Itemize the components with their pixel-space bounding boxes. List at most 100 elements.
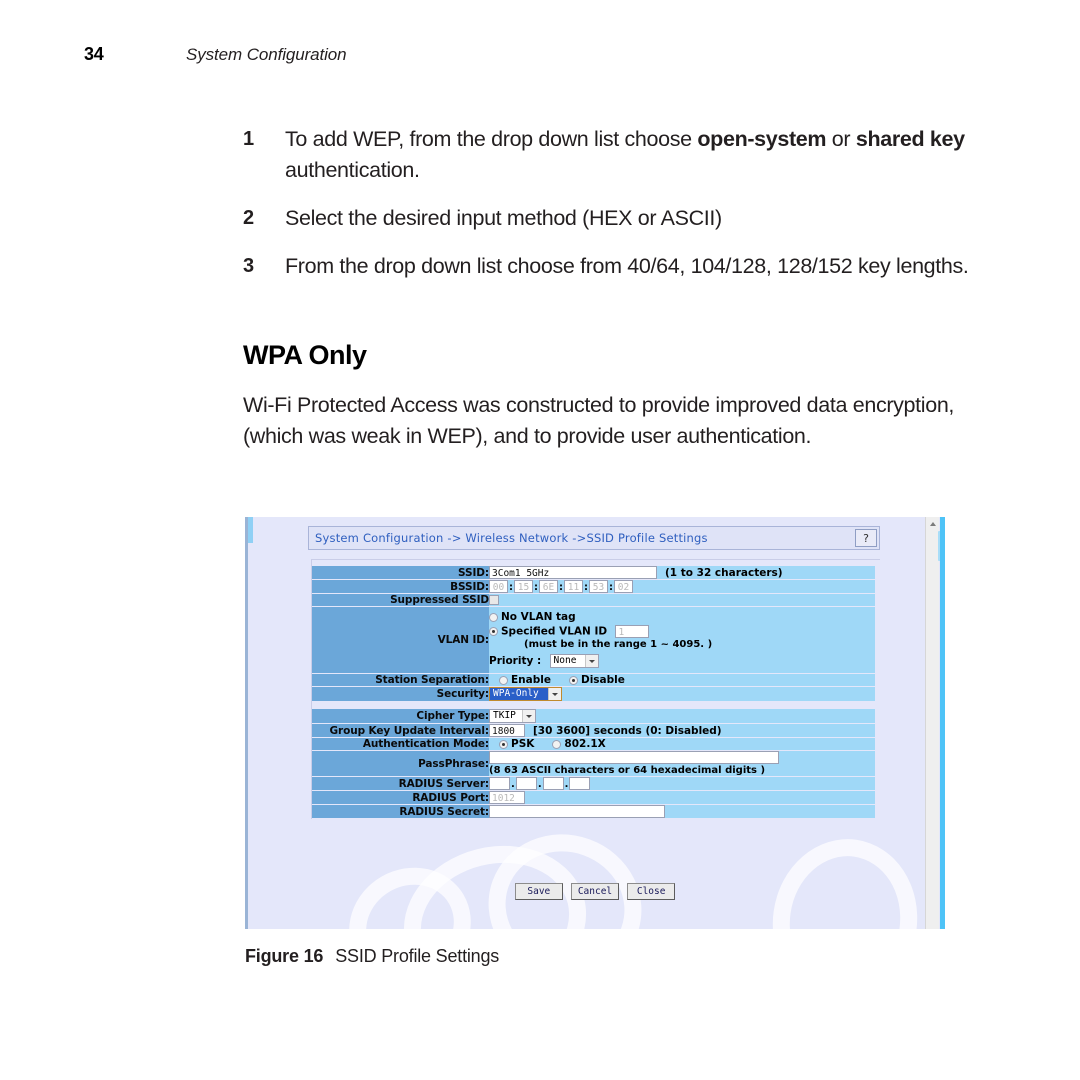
bssid-value-cell: 00:15:6E:11:53:02: [489, 579, 875, 594]
window-left-rail: [245, 517, 248, 929]
radius-secret-label: RADIUS Secret:: [312, 804, 489, 819]
bssid-octet-5[interactable]: 53: [589, 580, 608, 593]
radius-port-input[interactable]: 1012: [489, 791, 525, 804]
table-row: Station Separation: Enable Disable: [312, 673, 875, 687]
vlan-specified-option[interactable]: Specified VLAN ID 1: [489, 624, 875, 639]
ssid-label: SSID:: [312, 566, 489, 580]
group-key-interval-label: Group Key Update Interval:: [312, 723, 489, 738]
vlan-id-input[interactable]: 1: [615, 625, 650, 638]
numbered-steps-list: 1 To add WEP, from the drop down list ch…: [243, 124, 973, 299]
radio-icon-selected[interactable]: [568, 675, 578, 685]
table-row: RADIUS Secret:: [312, 804, 875, 819]
radio-icon[interactable]: [499, 675, 508, 685]
spacer-cell: [489, 701, 875, 709]
security-label: Security:: [312, 686, 489, 702]
priority-label: Priority :: [489, 655, 542, 667]
vlan-id-value-cell: No VLAN tag Specified VLAN ID 1 (must be…: [489, 606, 875, 674]
authentication-mode-value-cell: PSK 802.1X: [489, 737, 875, 751]
bssid-octet-6[interactable]: 02: [614, 580, 633, 593]
table-row: SSID: 3Com1 5GHz (1 to 32 characters): [312, 566, 875, 580]
scroll-up-arrow-icon[interactable]: [926, 518, 939, 530]
cable-watermark: [387, 826, 603, 929]
chevron-down-icon[interactable]: [522, 710, 535, 722]
bssid-octet-1[interactable]: 00: [489, 580, 508, 593]
priority-select[interactable]: None: [549, 654, 599, 668]
passphrase-label: PassPhrase:: [312, 750, 489, 777]
authmode-8021x-label: 802.1X: [564, 738, 606, 750]
radius-secret-input[interactable]: [489, 805, 665, 818]
table-row: RADIUS Port: 1012: [312, 790, 875, 805]
radius-server-value-cell: ...: [489, 776, 875, 791]
authmode-psk-label: PSK: [511, 738, 535, 750]
radio-icon-selected[interactable]: [499, 739, 508, 749]
radio-icon-selected[interactable]: [489, 627, 498, 636]
list-item: 1 To add WEP, from the drop down list ch…: [243, 124, 973, 186]
suppressed-ssid-checkbox[interactable]: [489, 595, 499, 605]
vlan-range-note: (must be in the range 1 ~ 4095. ): [524, 639, 713, 650]
chevron-down-icon[interactable]: [584, 655, 598, 667]
table-row: Security: WPA-Only: [312, 686, 875, 702]
station-sep-disable-option[interactable]: Disable: [568, 674, 625, 686]
cipher-type-value-cell: TKIP: [489, 709, 875, 724]
radio-icon[interactable]: [489, 612, 498, 622]
vlan-id-label: VLAN ID:: [312, 606, 489, 674]
figure-label: Figure 16: [245, 946, 324, 966]
spacer-cell: [312, 701, 489, 709]
group-key-interval-value-cell: 1800 [30 3600] seconds (0: Disabled): [489, 723, 875, 738]
bssid-octet-3[interactable]: 6E: [539, 580, 558, 593]
radio-icon[interactable]: [552, 739, 562, 749]
table-row: Group Key Update Interval: 1800 [30 3600]…: [312, 723, 875, 738]
table-row: RADIUS Server: ...: [312, 776, 875, 791]
table-row: VLAN ID: No VLAN tag Specified VLAN ID 1…: [312, 606, 875, 674]
radius-server-octet-3[interactable]: [542, 777, 564, 790]
suppressed-ssid-label: Suppressed SSID: [312, 593, 489, 607]
step-text-part: Select the desired input method (HEX or …: [285, 206, 722, 230]
running-head: System Configuration: [186, 45, 347, 64]
passphrase-hint: (8 63 ASCII characters or 64 hexadecimal…: [489, 765, 766, 776]
station-sep-disable-label: Disable: [580, 674, 625, 686]
cipher-type-label: Cipher Type:: [312, 709, 489, 724]
table-row: PassPhrase: (8 63 ASCII characters or 64…: [312, 750, 875, 777]
chevron-down-icon[interactable]: [548, 688, 561, 700]
step-text-part: authentication.: [285, 158, 420, 182]
radius-server-octet-4[interactable]: [569, 777, 591, 790]
vertical-scrollbar-track[interactable]: [925, 517, 939, 929]
cable-watermark: [468, 813, 662, 929]
table-row: Authentication Mode: PSK 802.1X: [312, 737, 875, 751]
priority-selected-value: None: [553, 655, 577, 666]
security-selected-value: WPA-Only: [490, 688, 548, 700]
table-spacer-row: [312, 701, 875, 709]
bssid-octet-2[interactable]: 15: [514, 580, 533, 593]
radius-port-label: RADIUS Port:: [312, 790, 489, 805]
window-content: System Configuration -> Wireless Network…: [253, 517, 928, 929]
section-paragraph: Wi-Fi Protected Access was constructed t…: [243, 393, 955, 448]
page-header: 34 System Configuration: [0, 44, 1080, 74]
suppressed-ssid-value-cell: [489, 593, 875, 607]
step-number: 2: [243, 207, 254, 229]
bssid-octet-4[interactable]: 11: [564, 580, 583, 593]
station-sep-enable-option[interactable]: Enable: [499, 674, 551, 686]
radius-server-octet-2[interactable]: [515, 777, 537, 790]
radius-server-octet-1[interactable]: [489, 777, 510, 790]
authmode-psk-option[interactable]: PSK: [499, 738, 534, 750]
vlan-priority-row: Priority : None: [489, 650, 875, 669]
list-item: 3 From the drop down list choose from 40…: [243, 251, 973, 282]
cancel-button[interactable]: Cancel: [570, 883, 620, 900]
station-separation-value-cell: Enable Disable: [489, 673, 875, 687]
group-key-interval-input[interactable]: 1800: [489, 724, 525, 737]
station-sep-enable-label: Enable: [511, 674, 551, 686]
ssid-input[interactable]: 3Com1 5GHz: [489, 566, 657, 579]
ssid-hint: (1 to 32 characters): [665, 566, 783, 579]
security-select[interactable]: WPA-Only: [489, 687, 562, 701]
window-right-accent: [940, 517, 945, 929]
close-button[interactable]: Close: [627, 883, 676, 900]
save-button[interactable]: Save: [514, 883, 563, 900]
cipher-type-select[interactable]: TKIP: [489, 709, 536, 723]
help-icon[interactable]: ?: [855, 529, 877, 547]
vlan-no-tag-option[interactable]: No VLAN tag: [489, 610, 875, 624]
table-row: Suppressed SSID: [312, 593, 875, 607]
section-heading: WPA Only: [243, 340, 367, 370]
passphrase-input[interactable]: [489, 751, 779, 764]
breadcrumb: System Configuration -> Wireless Network…: [308, 526, 880, 550]
authmode-8021x-option[interactable]: 802.1X: [552, 738, 606, 750]
